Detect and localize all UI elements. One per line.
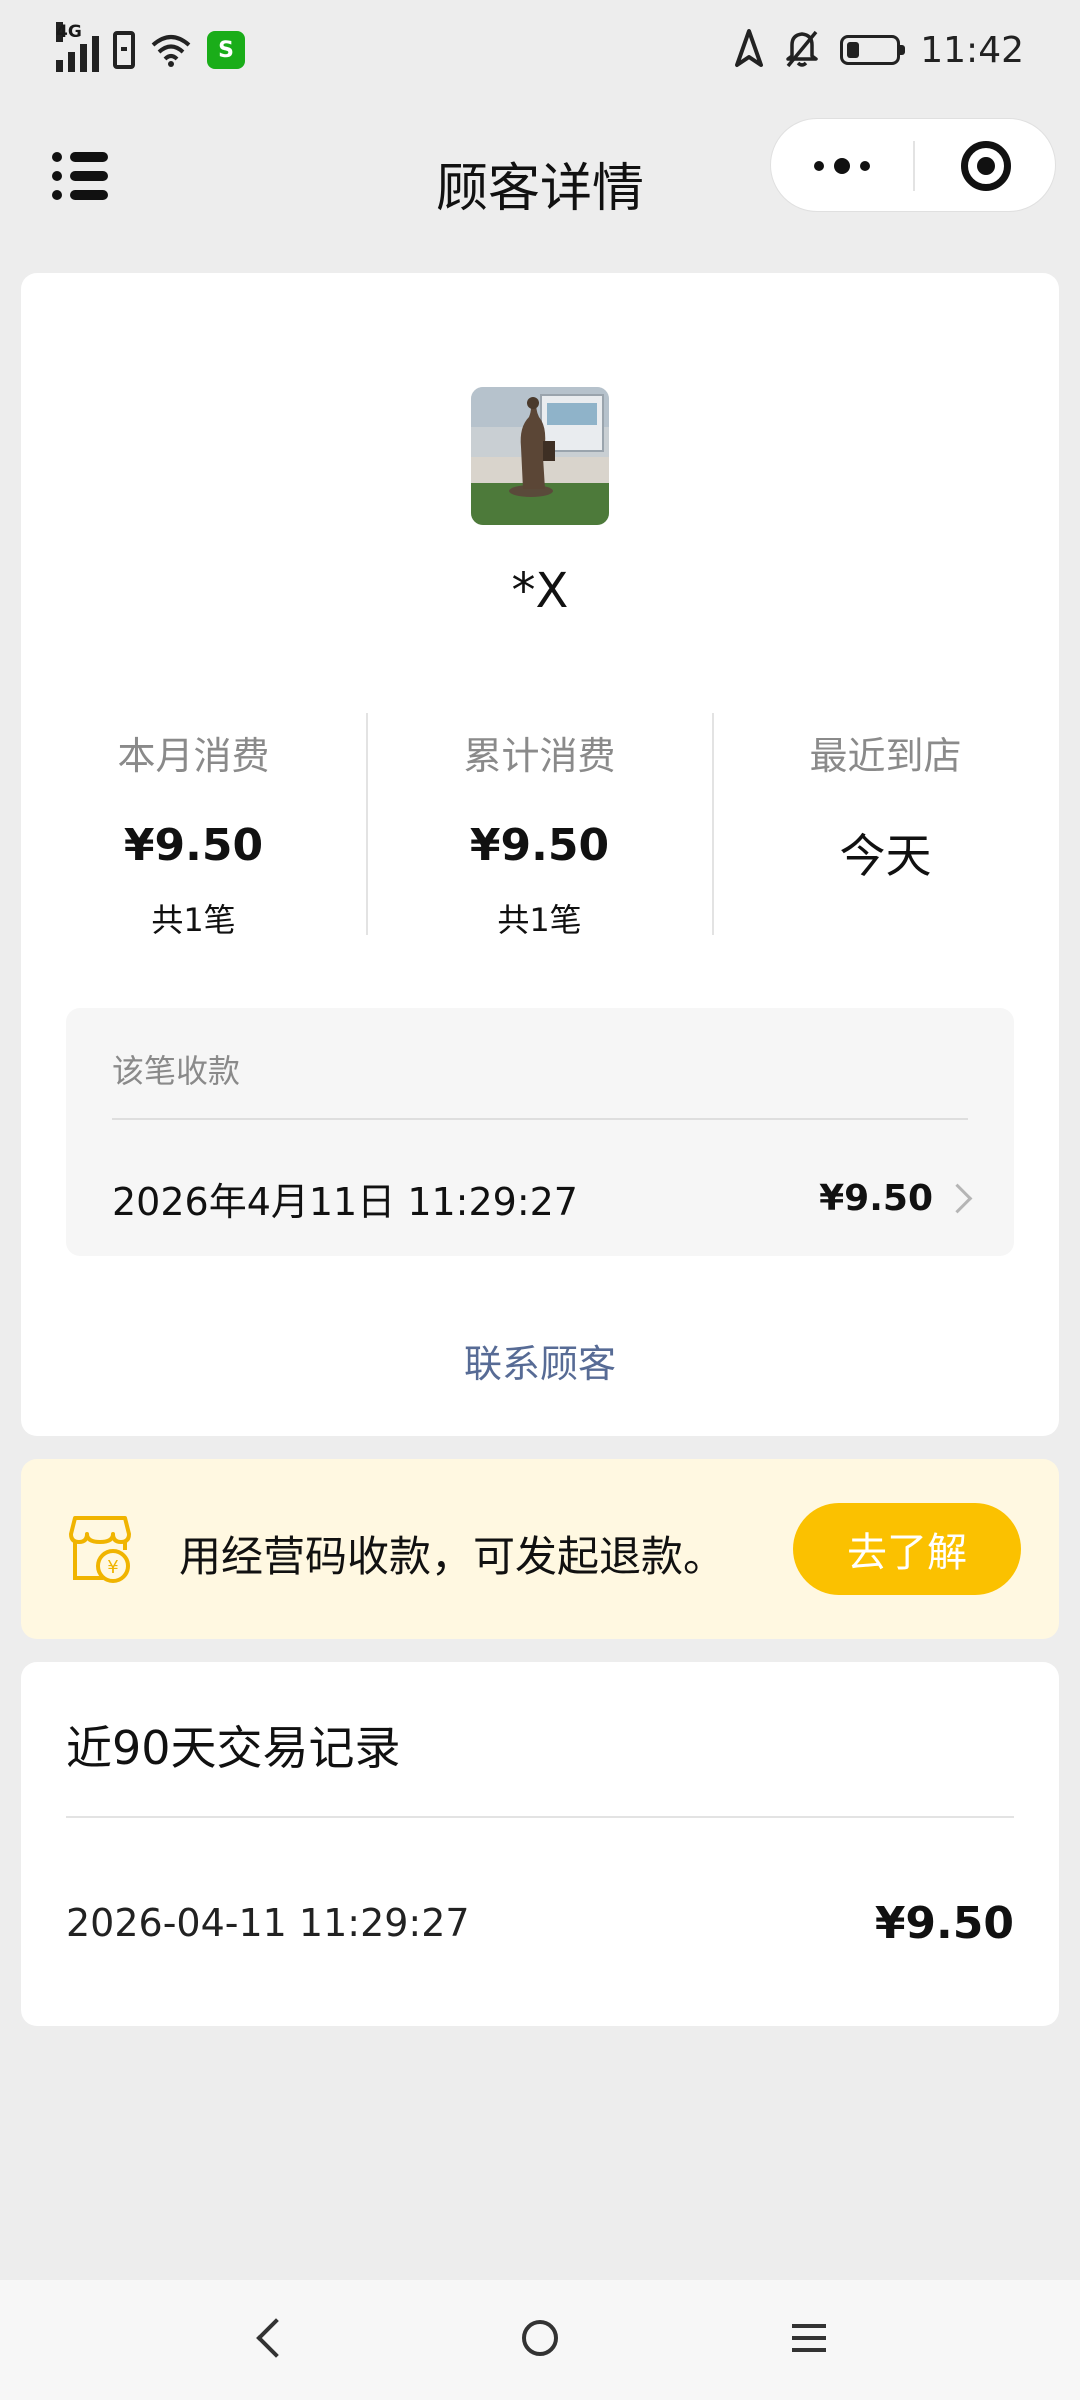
close-button[interactable] [915, 119, 1057, 213]
stat-value: ¥9.50 [123, 820, 264, 871]
stat-value: ¥9.50 [469, 820, 610, 871]
more-button[interactable] [771, 119, 913, 213]
target-icon [961, 141, 1011, 191]
stat-count: 共1笔 [151, 901, 236, 939]
bell-muted-icon [784, 28, 820, 72]
home-icon[interactable] [522, 2320, 558, 2356]
svg-text:¥: ¥ [107, 1557, 118, 1578]
avatar [471, 387, 609, 525]
records-card: 近90天交易记录 2026-04-11 11:29:27 ¥9.50 [21, 1662, 1059, 2026]
records-title: 近90天交易记录 [66, 1721, 401, 1775]
record-amount: ¥9.50 [874, 1897, 1014, 1949]
divider [66, 1816, 1014, 1818]
system-nav-bar [0, 2280, 1080, 2400]
stat-label: 累计消费 [463, 734, 616, 778]
battery-level [847, 42, 860, 58]
network-label: 4G [56, 22, 82, 42]
chevron-right-icon [942, 1183, 973, 1213]
stat-last-visit: 最近到店 今天 [713, 713, 1058, 886]
status-right: 11:42 [734, 28, 1024, 72]
mini-program-capsule [770, 118, 1056, 212]
title-bar: 顾客详情 [0, 110, 1080, 240]
payment-box: 该笔收款 2026年4月11日 11:29:27 ¥9.50 [66, 1008, 1014, 1256]
back-icon[interactable] [256, 2318, 296, 2358]
payment-heading: 该笔收款 [112, 1052, 241, 1090]
shop-icon: ¥ [69, 1514, 131, 1584]
more-dots-icon [814, 158, 870, 174]
stat-label: 最近到店 [809, 734, 962, 778]
contact-customer-link[interactable]: 联系顾客 [21, 1333, 1059, 1388]
menu-icon[interactable] [792, 2322, 826, 2354]
clock: 11:42 [920, 29, 1024, 71]
status-left: 4G S [56, 22, 245, 72]
payment-row[interactable]: 2026年4月11日 11:29:27 ¥9.50 [112, 1166, 973, 1230]
learn-more-button[interactable]: 去了解 [793, 1503, 1021, 1595]
signal-icon: 4G [56, 22, 99, 72]
stat-count: 共1笔 [497, 901, 582, 939]
status-bar: 4G S 11:42 [0, 0, 1080, 110]
wifi-icon [149, 31, 193, 69]
record-date: 2026-04-11 11:29:27 [66, 1901, 470, 1945]
banner-text: 用经营码收款，可发起退款。 [179, 1532, 726, 1581]
stat-value: 今天 [839, 829, 932, 883]
divider [112, 1118, 968, 1120]
customer-card: *X 本月消费 ¥9.50 共1笔 累计消费 ¥9.50 共1笔 最近到店 今天… [21, 273, 1059, 1436]
payment-date: 2026年4月11日 11:29:27 [112, 1179, 578, 1224]
stat-month: 本月消费 ¥9.50 共1笔 [21, 713, 366, 941]
stat-label: 本月消费 [117, 734, 270, 778]
payment-amount: ¥9.50 [819, 1177, 933, 1219]
payment-amount-wrap: ¥9.50 [819, 1177, 973, 1219]
stat-total: 累计消费 ¥9.50 共1笔 [367, 713, 712, 941]
battery-icon [840, 35, 906, 65]
app-notification-icon: S [207, 31, 245, 69]
sim-icon [113, 31, 135, 69]
business-code-banner: ¥ 用经营码收款，可发起退款。 去了解 [21, 1459, 1059, 1639]
list-item[interactable]: 2026-04-11 11:29:27 ¥9.50 [66, 1888, 1014, 1958]
navigation-arrow-icon [734, 28, 764, 72]
customer-name: *X [511, 563, 569, 619]
